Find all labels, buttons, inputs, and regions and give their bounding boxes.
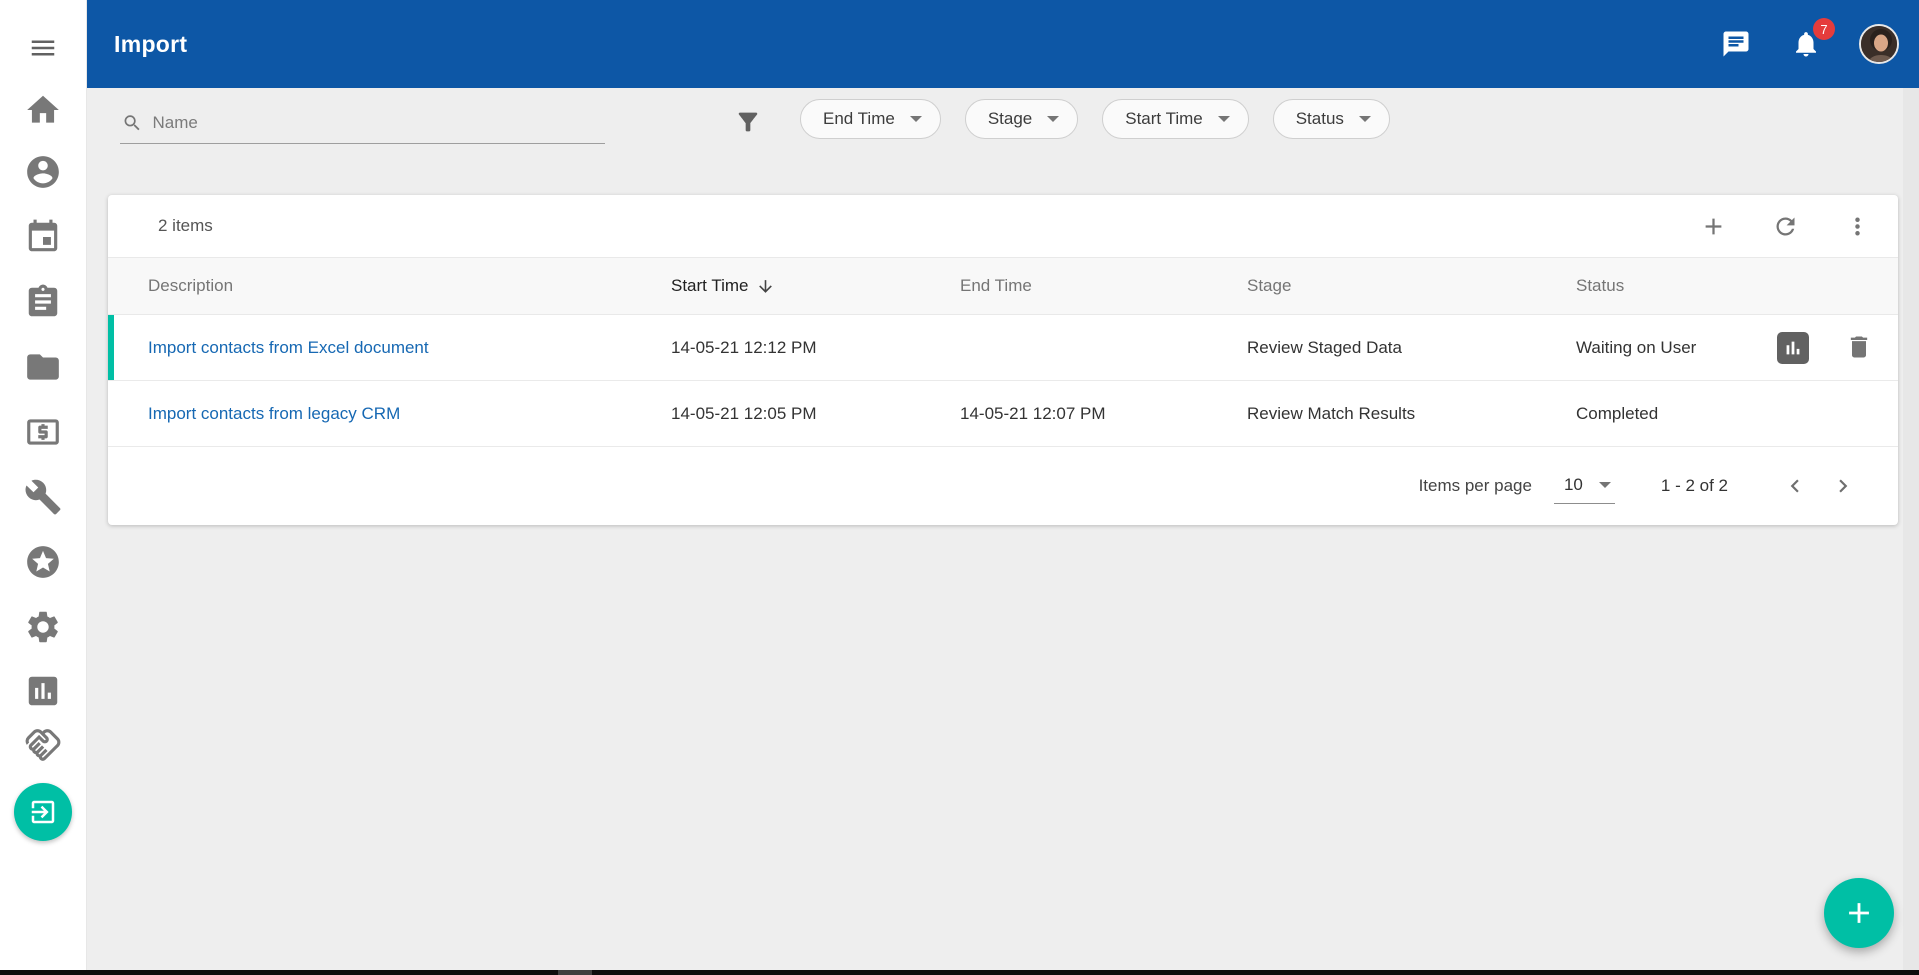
row-status: Completed — [1576, 404, 1758, 424]
table-row: Import contacts from legacy CRM 14-05-21… — [108, 381, 1898, 447]
pagination-bar: Items per page 10 1 - 2 of 2 — [108, 447, 1898, 525]
sidebar-item-settings[interactable] — [23, 607, 63, 647]
search-icon — [122, 112, 143, 134]
menu-icon[interactable] — [23, 28, 63, 68]
chevron-down-icon — [1599, 482, 1611, 488]
sidebar-item-tasks[interactable] — [23, 282, 63, 322]
sidebar-item-home[interactable] — [23, 90, 63, 130]
items-count: 2 items — [158, 216, 213, 236]
trash-icon — [1845, 333, 1873, 361]
row-stage: Review Match Results — [1247, 404, 1576, 424]
tasks-icon — [24, 283, 62, 321]
row-status: Waiting on User — [1576, 338, 1758, 358]
column-header-description[interactable]: Description — [108, 276, 671, 296]
user-avatar[interactable] — [1859, 24, 1899, 64]
column-header-status[interactable]: Status — [1576, 276, 1758, 296]
favorites-icon — [24, 543, 62, 581]
tools-icon — [24, 478, 62, 516]
items-per-page-select[interactable]: 10 — [1554, 469, 1615, 504]
filter-bar: End Time Stage Start Time Status — [87, 88, 1919, 195]
table-row: Import contacts from Excel document 14-0… — [108, 315, 1898, 381]
filter-chip-end-time[interactable]: End Time — [800, 99, 941, 139]
reports-icon — [24, 672, 62, 710]
chip-label: End Time — [823, 109, 895, 129]
chevron-right-icon — [1830, 473, 1856, 499]
billing-icon — [24, 413, 62, 451]
sidebar-item-billing[interactable] — [23, 412, 63, 452]
vertical-scrollbar[interactable] — [1903, 88, 1919, 970]
row-start-time: 14-05-21 12:12 PM — [671, 338, 960, 358]
sort-descending-icon — [756, 277, 775, 296]
sidebar — [0, 0, 87, 975]
chip-label: Status — [1296, 109, 1344, 129]
search-input[interactable] — [153, 113, 605, 133]
next-page-button[interactable] — [1826, 469, 1860, 503]
chevron-down-icon — [1218, 116, 1230, 122]
row-active-indicator — [108, 315, 114, 380]
deals-icon — [24, 726, 62, 764]
notifications-button[interactable]: 7 — [1789, 27, 1823, 61]
sidebar-item-deals[interactable] — [23, 725, 63, 765]
delete-button[interactable] — [1845, 333, 1875, 363]
card-toolbar: 2 items — [108, 195, 1898, 257]
sidebar-item-favorites[interactable] — [23, 542, 63, 582]
view-results-button[interactable] — [1777, 332, 1809, 364]
previous-page-button[interactable] — [1778, 469, 1812, 503]
sidebar-item-calendar[interactable] — [23, 217, 63, 257]
funnel-icon — [734, 108, 762, 136]
plus-icon — [1842, 896, 1876, 930]
home-icon — [24, 91, 62, 129]
notification-badge: 7 — [1813, 18, 1835, 40]
sidebar-item-import[interactable] — [14, 783, 72, 841]
import-icon — [28, 797, 58, 827]
chevron-left-icon — [1782, 473, 1808, 499]
messages-button[interactable] — [1719, 27, 1753, 61]
row-description: Import contacts from legacy CRM — [108, 404, 671, 424]
row-stage: Review Staged Data — [1247, 338, 1576, 358]
contacts-icon — [24, 153, 62, 191]
create-import-fab[interactable] — [1824, 878, 1894, 948]
row-description: Import contacts from Excel document — [108, 338, 671, 358]
chat-icon — [1721, 29, 1751, 59]
items-per-page-label: Items per page — [1419, 476, 1532, 496]
plus-icon — [1700, 213, 1727, 240]
row-start-time: 14-05-21 12:05 PM — [671, 404, 960, 424]
chip-label: Stage — [988, 109, 1032, 129]
add-button[interactable] — [1698, 211, 1728, 241]
bar-chart-icon — [1782, 337, 1804, 359]
import-list-card: 2 items Description Start Time End Time … — [108, 195, 1898, 525]
column-header-stage[interactable]: Stage — [1247, 276, 1576, 296]
calendar-icon — [24, 218, 62, 256]
page-range-label: 1 - 2 of 2 — [1661, 476, 1728, 496]
more-options-button[interactable] — [1842, 211, 1872, 241]
page-title: Import — [114, 31, 187, 58]
row-end-time: 14-05-21 12:07 PM — [960, 404, 1247, 424]
column-header-end-time[interactable]: End Time — [960, 276, 1247, 296]
documents-icon — [24, 348, 62, 386]
settings-icon — [24, 608, 62, 646]
filter-button[interactable] — [734, 108, 764, 138]
sidebar-item-reports[interactable] — [23, 671, 63, 711]
chevron-down-icon — [1359, 116, 1371, 122]
filter-chip-status[interactable]: Status — [1273, 99, 1390, 139]
chip-label: Start Time — [1125, 109, 1202, 129]
window-bottom-edge — [0, 970, 1919, 975]
sidebar-item-documents[interactable] — [23, 347, 63, 387]
filter-chip-start-time[interactable]: Start Time — [1102, 99, 1248, 139]
chevron-down-icon — [1047, 116, 1059, 122]
sidebar-item-contacts[interactable] — [23, 152, 63, 192]
app-bar: Import 7 — [87, 0, 1919, 88]
filter-chip-stage[interactable]: Stage — [965, 99, 1078, 139]
import-job-link[interactable]: Import contacts from Excel document — [148, 338, 429, 357]
sidebar-item-tools[interactable] — [23, 477, 63, 517]
refresh-icon — [1772, 213, 1799, 240]
column-header-start-time[interactable]: Start Time — [671, 276, 960, 296]
search-field[interactable] — [120, 102, 605, 144]
import-job-link[interactable]: Import contacts from legacy CRM — [148, 404, 400, 423]
chevron-down-icon — [910, 116, 922, 122]
kebab-icon — [1844, 213, 1871, 240]
table-header-row: Description Start Time End Time Stage St… — [108, 257, 1898, 315]
refresh-button[interactable] — [1770, 211, 1800, 241]
